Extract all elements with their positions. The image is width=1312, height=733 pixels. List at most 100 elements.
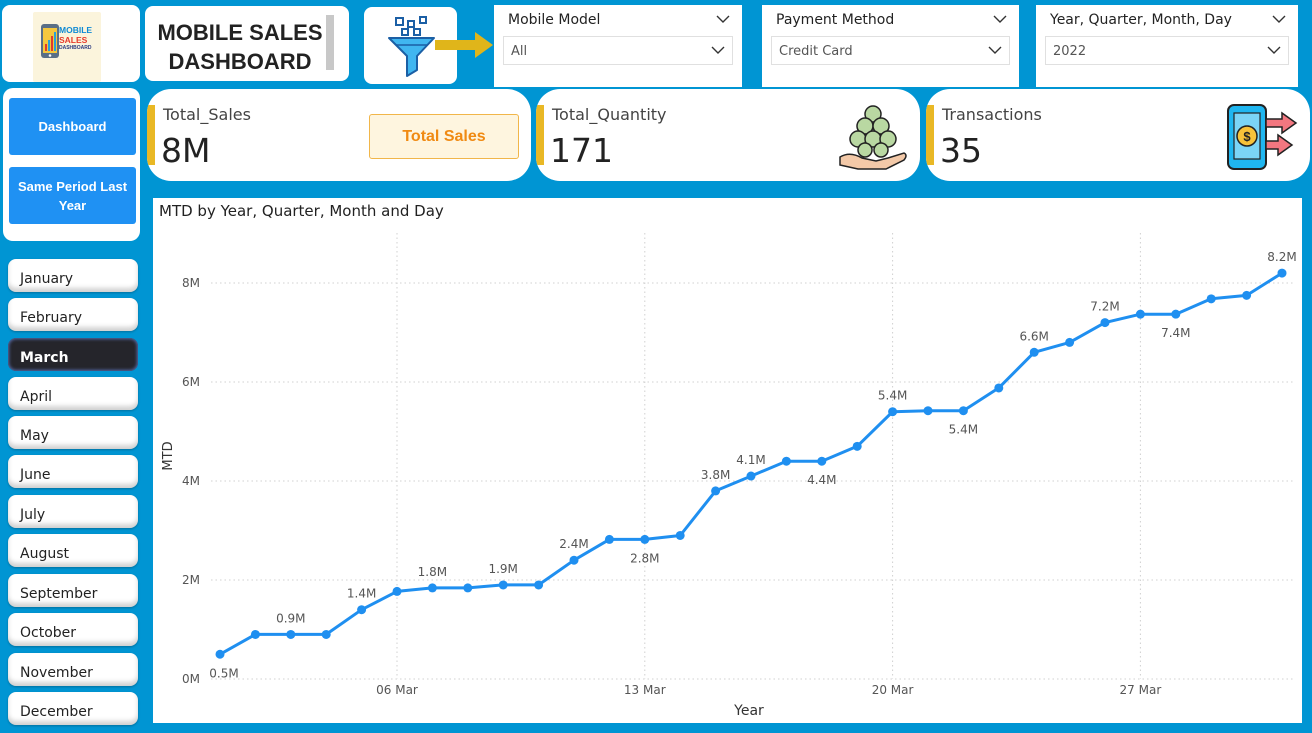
- kpi-value: 8M: [161, 131, 211, 170]
- chevron-down-icon[interactable]: [988, 45, 1002, 55]
- mobile-model-slicer[interactable]: Mobile Model All: [494, 5, 742, 87]
- y-tick-label: 6M: [182, 375, 200, 389]
- month-button-may[interactable]: May: [8, 416, 138, 449]
- title-divider: [326, 15, 334, 70]
- x-axis-title: Year: [733, 703, 764, 719]
- chevron-down-icon[interactable]: [1267, 45, 1281, 55]
- data-label: 2.4M: [559, 537, 588, 551]
- data-label: 7.4M: [1161, 326, 1190, 340]
- month-button-june[interactable]: June: [8, 455, 138, 488]
- data-point: [286, 629, 296, 639]
- data-point: [1242, 290, 1252, 300]
- data-point: [640, 534, 650, 544]
- data-point: [781, 456, 791, 466]
- data-point: [817, 456, 827, 466]
- slicer-title: Year, Quarter, Month, Day: [1050, 12, 1232, 28]
- slicer-title: Mobile Model: [508, 12, 601, 28]
- month-button-july[interactable]: July: [8, 495, 138, 528]
- data-point: [1171, 309, 1181, 319]
- kpi-value: 35: [940, 131, 982, 170]
- data-point: [675, 530, 685, 540]
- x-tick-label: 13 Mar: [624, 683, 666, 697]
- chevron-down-icon[interactable]: [716, 14, 730, 24]
- kpi-accent-bar: [147, 105, 155, 165]
- nav-panel: Dashboard Same Period Last Year: [3, 88, 140, 241]
- logo-card: MOBILE SALES DASHBOARD: [2, 5, 140, 82]
- data-label: 3.8M: [701, 468, 730, 482]
- data-point: [1100, 318, 1110, 328]
- data-point: [604, 534, 614, 544]
- data-point: [1029, 347, 1039, 357]
- date-hierarchy-dropdown[interactable]: 2022: [1045, 36, 1289, 65]
- kpi-label: Total_Sales: [163, 105, 251, 124]
- page-title: MOBILE SALES DASHBOARD: [157, 20, 323, 74]
- x-tick-label: 06 Mar: [376, 683, 418, 697]
- total-sales-button[interactable]: Total Sales: [369, 114, 519, 159]
- date-hierarchy-slicer[interactable]: Year, Quarter, Month, Day 2022: [1036, 5, 1298, 87]
- month-button-october[interactable]: October: [8, 613, 138, 646]
- data-point: [427, 583, 437, 593]
- data-label: 1.8M: [418, 565, 447, 579]
- month-button-november[interactable]: November: [8, 653, 138, 686]
- data-point: [994, 383, 1004, 393]
- logo-image: MOBILE SALES DASHBOARD: [33, 12, 101, 82]
- chevron-down-icon[interactable]: [993, 14, 1007, 24]
- kpi-total-sales: Total_Sales 8M Total Sales: [147, 89, 531, 181]
- arrow-right-icon: [435, 32, 493, 58]
- data-point: [1206, 294, 1216, 304]
- chevron-down-icon[interactable]: [711, 45, 725, 55]
- data-point: [1065, 337, 1075, 347]
- slicer-title: Payment Method: [776, 12, 895, 28]
- data-label: 1.9M: [488, 562, 517, 576]
- kpi-total-quantity: Total_Quantity 171: [536, 89, 920, 181]
- data-point: [711, 486, 721, 496]
- kpi-label: Total_Quantity: [552, 105, 667, 124]
- chevron-down-icon[interactable]: [1272, 14, 1286, 24]
- data-point: [392, 586, 402, 596]
- month-button-january[interactable]: January: [8, 259, 138, 292]
- chart-plot: 0M 2M 4M 6M 8M 06 Mar 13 Mar 20 Mar 27 Mar Year MT…: [161, 233, 1297, 719]
- data-point: [215, 649, 225, 659]
- data-point: [923, 406, 933, 416]
- data-point: [569, 555, 579, 565]
- data-label: 7.2M: [1090, 300, 1119, 314]
- data-label: 0.9M: [276, 611, 305, 625]
- data-label: 0.5M: [209, 666, 238, 680]
- mtd-line-chart: MTD by Year, Quarter, Month and Day 0M 2M…: [153, 198, 1302, 723]
- same-period-last-year-button[interactable]: Same Period Last Year: [9, 167, 136, 224]
- dashboard-button[interactable]: Dashboard: [9, 98, 136, 155]
- data-point: [534, 580, 544, 590]
- month-button-february[interactable]: February: [8, 298, 138, 331]
- data-label: 1.4M: [347, 587, 376, 601]
- y-tick-label: 4M: [182, 474, 200, 488]
- data-point: [746, 471, 756, 481]
- month-button-august[interactable]: August: [8, 534, 138, 567]
- kpi-transactions: Transactions 35 $: [926, 89, 1310, 181]
- data-label: 6.6M: [1019, 329, 1048, 343]
- x-tick-label: 27 Mar: [1120, 683, 1162, 697]
- mobile-model-dropdown[interactable]: All: [503, 36, 733, 65]
- data-point: [958, 406, 968, 416]
- y-tick-label: 8M: [182, 276, 200, 290]
- y-axis-title: MTD: [161, 441, 176, 470]
- data-point: [357, 605, 367, 615]
- data-point: [250, 629, 260, 639]
- slicer-value: Credit Card: [779, 44, 853, 59]
- month-button-april[interactable]: April: [8, 377, 138, 410]
- payment-method-slicer[interactable]: Payment Method Credit Card: [762, 5, 1019, 87]
- slicer-value: All: [511, 44, 528, 59]
- money-bags-hand-icon: [839, 105, 907, 170]
- month-button-september[interactable]: September: [8, 574, 138, 607]
- data-point: [1277, 268, 1287, 278]
- month-button-december[interactable]: December: [8, 692, 138, 725]
- logo-text: MOBILE SALES DASHBOARD: [59, 25, 93, 51]
- data-point: [1135, 309, 1145, 319]
- month-button-march[interactable]: March: [8, 338, 138, 371]
- payment-method-dropdown[interactable]: Credit Card: [771, 36, 1010, 65]
- x-tick-label: 20 Mar: [872, 683, 914, 697]
- data-label: 4.1M: [736, 453, 765, 467]
- data-point: [321, 629, 331, 639]
- data-label: 8.2M: [1267, 250, 1296, 264]
- data-label: 4.4M: [807, 473, 836, 487]
- data-point: [888, 407, 898, 417]
